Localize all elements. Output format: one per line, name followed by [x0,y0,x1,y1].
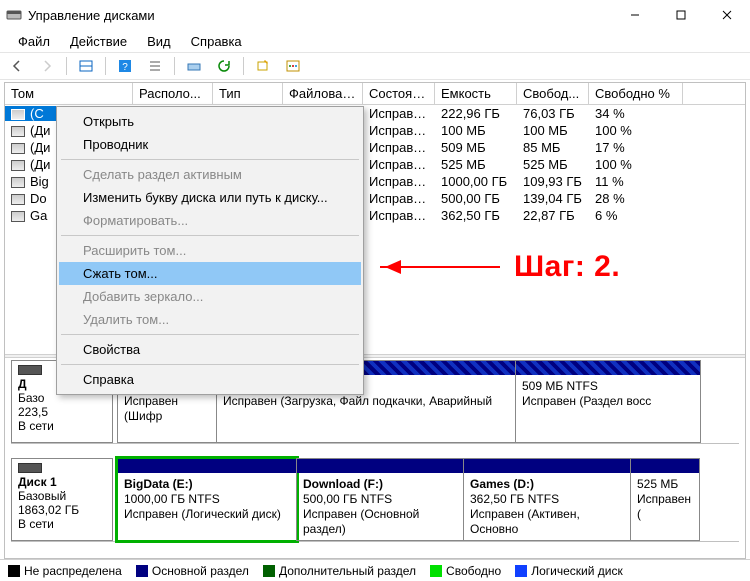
ctx-format: Форматировать... [59,209,361,232]
col-vol[interactable]: Том [5,83,133,104]
col-layout[interactable]: Располо... [133,83,213,104]
ctx-open[interactable]: Открыть [59,110,361,133]
arrow-icon [380,266,500,268]
refresh-icon[interactable] [213,55,235,77]
annotation-step-2: Шаг: 2. [380,250,620,284]
action1-icon[interactable] [183,55,205,77]
window-close-button[interactable] [704,0,750,30]
ctx-mirror: Добавить зеркало... [59,285,361,308]
col-status[interactable]: Состояние [363,83,435,104]
volume-box[interactable]: 525 МБИсправен ( [630,458,700,541]
col-pct[interactable]: Свободно % [589,83,683,104]
context-menu: Открыть Проводник Сделать раздел активны… [56,106,364,395]
ctx-help[interactable]: Справка [59,368,361,391]
list-icon[interactable] [144,55,166,77]
volume-box-bigdata[interactable]: BigData (E:)1000,00 ГБ NTFSИсправен (Лог… [117,458,297,541]
window-title: Управление дисками [28,8,612,23]
view-split-icon[interactable] [75,55,97,77]
annotation-text: Шаг: 2. [514,250,620,284]
col-fs[interactable]: Файловая с... [283,83,363,104]
new-volume-icon[interactable] [252,55,274,77]
app-icon [6,7,22,23]
window-titlebar: Управление дисками [0,0,750,30]
ctx-explore[interactable]: Проводник [59,133,361,156]
volume-box[interactable]: Download (F:)500,00 ГБ NTFSИсправен (Осн… [296,458,464,541]
volume-box[interactable]: 509 МБ NTFSИсправен (Раздел восс [515,360,701,443]
properties-icon[interactable] [282,55,304,77]
svg-text:?: ? [122,62,128,73]
menu-file[interactable]: Файл [8,32,60,51]
disk-row: Диск 1 Базовый 1863,02 ГБ В сети BigData… [11,458,739,542]
ctx-change-letter[interactable]: Изменить букву диска или путь к диску... [59,186,361,209]
col-free[interactable]: Свобод... [517,83,589,104]
window-maximize-button[interactable] [658,0,704,30]
ctx-make-active: Сделать раздел активным [59,163,361,186]
menubar: Файл Действие Вид Справка [0,30,750,52]
legend: Не распределена Основной раздел Дополнит… [0,559,750,581]
menu-action[interactable]: Действие [60,32,137,51]
back-icon[interactable] [6,55,28,77]
ctx-properties[interactable]: Свойства [59,338,361,361]
col-type[interactable]: Тип [213,83,283,104]
menu-view[interactable]: Вид [137,32,181,51]
ctx-shrink[interactable]: Сжать том... [59,262,361,285]
toolbar: ? [0,52,750,80]
forward-icon[interactable] [36,55,58,77]
window-minimize-button[interactable] [612,0,658,30]
disk-label[interactable]: Диск 1 Базовый 1863,02 ГБ В сети [11,458,113,541]
col-cap[interactable]: Емкость [435,83,517,104]
ctx-extend: Расширить том... [59,239,361,262]
volume-box[interactable]: Games (D:)362,50 ГБ NTFSИсправен (Активе… [463,458,631,541]
volume-list-header: Том Располо... Тип Файловая с... Состоян… [5,83,745,105]
menu-help[interactable]: Справка [181,32,252,51]
ctx-delete: Удалить том... [59,308,361,331]
disk-icon [18,463,42,473]
disk-icon [18,365,42,375]
help-icon[interactable]: ? [114,55,136,77]
